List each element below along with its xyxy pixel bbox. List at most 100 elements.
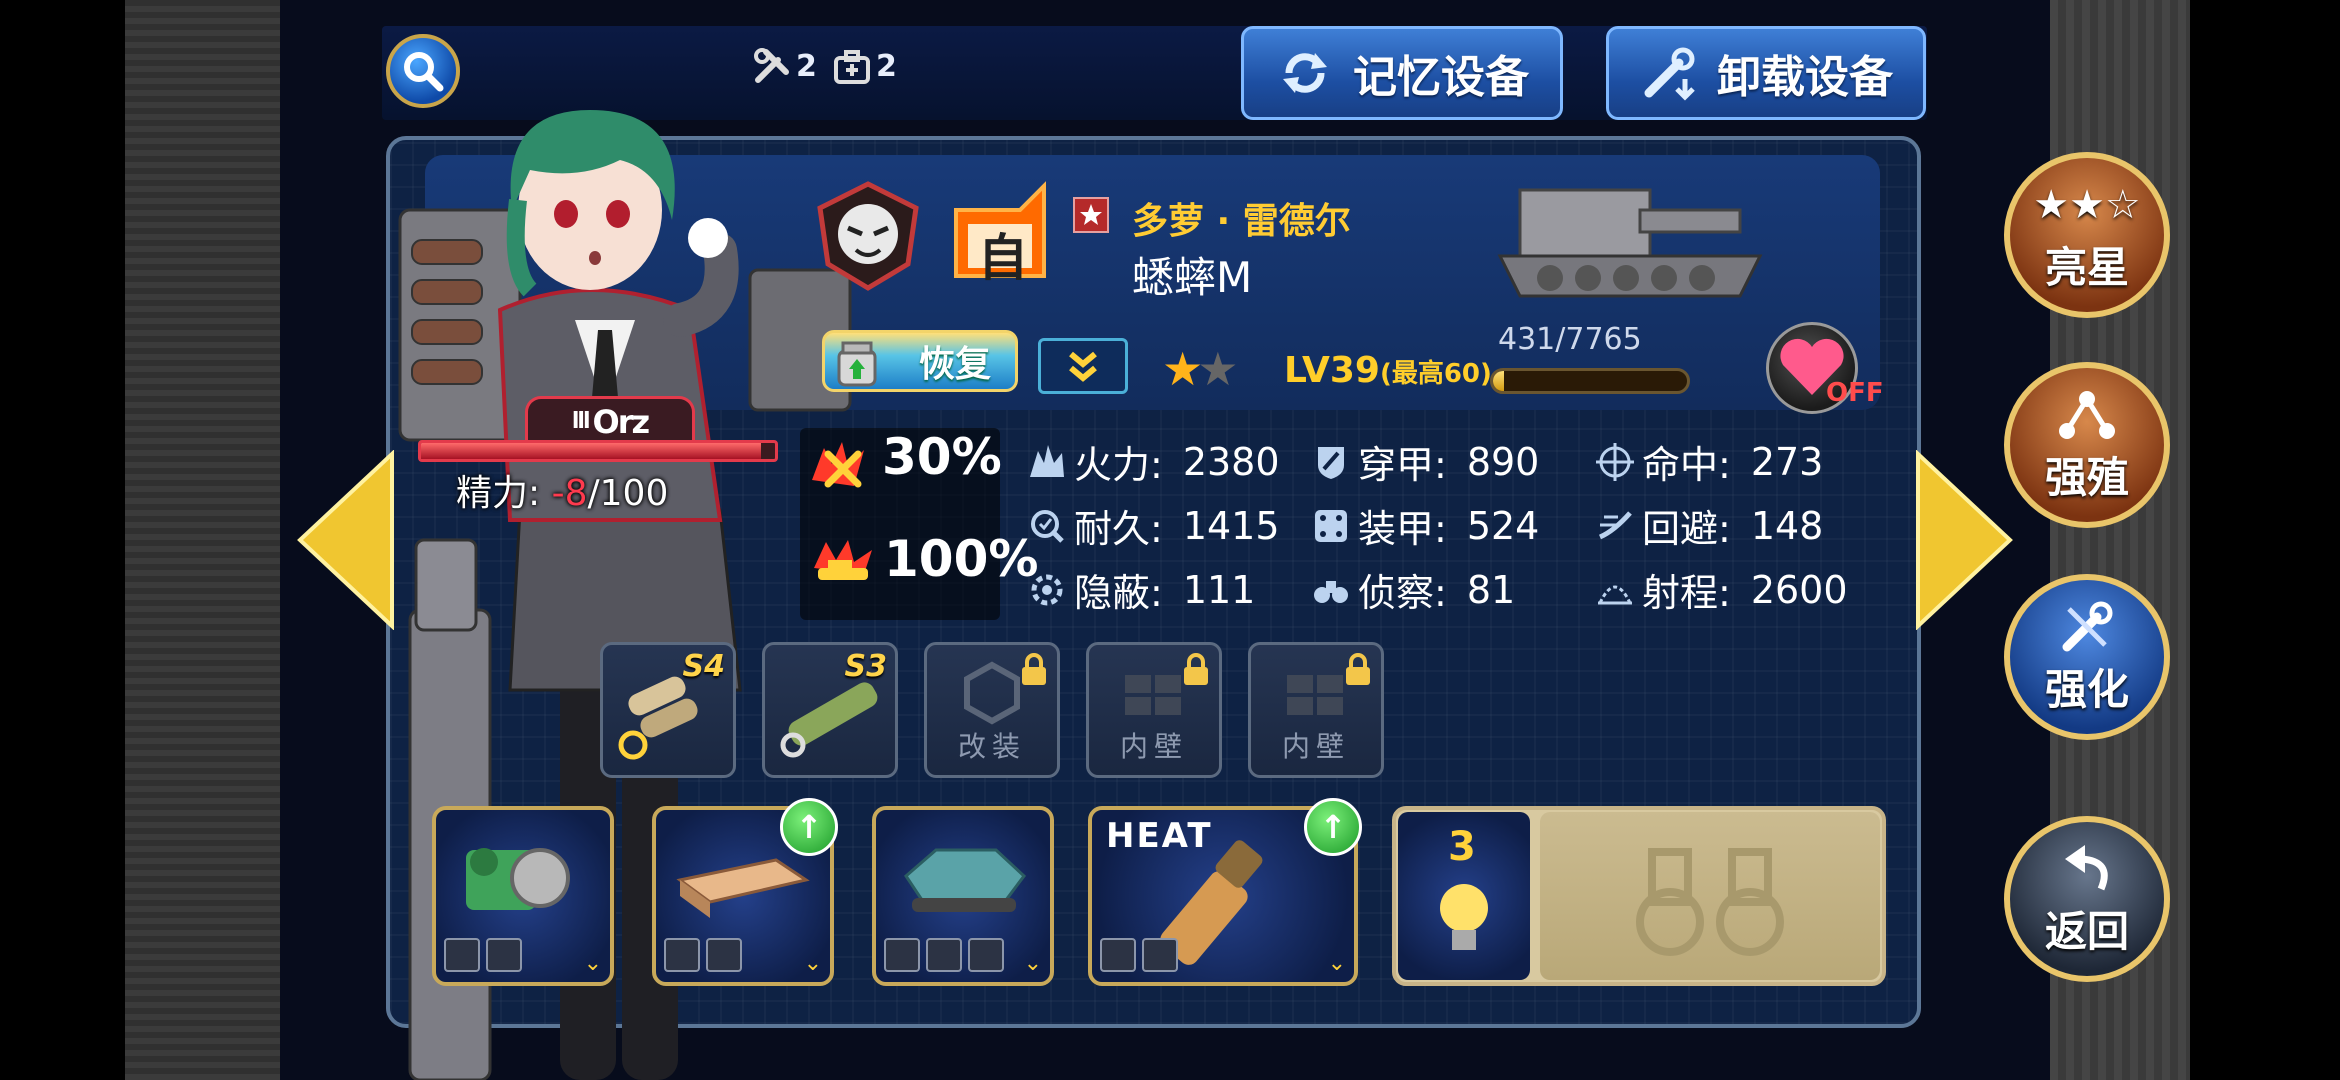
equipment-badges bbox=[884, 938, 1004, 972]
refresh-icon bbox=[1283, 53, 1327, 93]
molecule-icon bbox=[2057, 386, 2117, 444]
stars-icon: ★★☆ bbox=[2033, 181, 2141, 228]
binoculars-panel bbox=[1540, 812, 1880, 980]
stealth-icon bbox=[1031, 574, 1063, 605]
tank-silhouette-image bbox=[1497, 188, 1763, 298]
equipment-slot-engine[interactable]: ⌄ bbox=[432, 806, 614, 986]
stat-value: 524 bbox=[1466, 503, 1540, 548]
padlock-icon bbox=[1184, 653, 1208, 685]
equipment-slot-ammo[interactable]: HEAT ↑ ⌄ bbox=[1088, 798, 1362, 986]
part-slot-4-locked[interactable]: 内壁 bbox=[1086, 642, 1222, 778]
ammo-type-label: HEAT bbox=[1106, 816, 1213, 856]
repair-count: 2 bbox=[796, 48, 817, 84]
stat-range: 射程: 2600 bbox=[1596, 562, 1848, 617]
stat-value: 2380 bbox=[1182, 439, 1280, 484]
return-arrow-icon bbox=[2057, 840, 2117, 898]
part-slot-1[interactable]: S4 bbox=[600, 642, 736, 778]
enhance-button[interactable]: 强化 bbox=[2004, 574, 2170, 740]
repair-counter: 2 bbox=[752, 46, 817, 86]
part-slot-5-locked[interactable]: 内壁 bbox=[1248, 642, 1384, 778]
unload-device-button[interactable]: 卸载设备 bbox=[1606, 26, 1926, 120]
background-right bbox=[2190, 0, 2340, 1080]
chevron-down-icon: ⌄ bbox=[803, 951, 822, 976]
back-button[interactable]: 返回 bbox=[2004, 816, 2170, 982]
enhance-label: 强化 bbox=[2044, 664, 2129, 714]
recover-label: 恢复 bbox=[918, 344, 991, 385]
evasion-icon bbox=[1598, 510, 1632, 539]
part-grade: S3 bbox=[844, 649, 887, 684]
previous-unit-arrow[interactable] bbox=[296, 450, 400, 630]
stamina-bar bbox=[418, 440, 778, 462]
upgrade-arrow-icon: ↑ bbox=[780, 798, 838, 856]
auto-badge-text: 自 bbox=[978, 229, 1028, 287]
effect-value-1: 30% bbox=[882, 428, 1002, 486]
stat-label: 回避: bbox=[1642, 507, 1731, 551]
part-label: 内壁 bbox=[1119, 730, 1188, 763]
level-max: (最高60) bbox=[1379, 359, 1492, 389]
stamina-text: 精力: -8/100 bbox=[456, 464, 668, 516]
medkit-count: 2 bbox=[876, 48, 897, 84]
wrench-screwdriver-icon bbox=[754, 48, 789, 83]
memory-device-button[interactable]: 记忆设备 bbox=[1241, 26, 1563, 120]
star-up-button[interactable]: ★★☆ 亮星 bbox=[2004, 152, 2170, 318]
part-grade: S4 bbox=[682, 649, 725, 684]
expand-button[interactable] bbox=[1038, 338, 1128, 394]
stat-value: 890 bbox=[1466, 439, 1540, 484]
stat-accuracy: 命中: 273 bbox=[1596, 434, 1823, 489]
breed-button[interactable]: 强殖 bbox=[2004, 362, 2170, 528]
stat-label: 耐久: bbox=[1074, 507, 1163, 551]
padlock-icon bbox=[1346, 653, 1370, 685]
wrench-icon bbox=[2057, 598, 2117, 656]
stamina-max: /100 bbox=[587, 473, 669, 514]
medkit-icon bbox=[834, 50, 870, 84]
stat-scouting: 侦察: 81 bbox=[1312, 562, 1515, 617]
part-slot-3-locked[interactable]: 改装 bbox=[924, 642, 1060, 778]
stat-value: 273 bbox=[1750, 439, 1824, 484]
penetration-icon bbox=[1318, 446, 1344, 479]
stat-label: 射程: bbox=[1642, 571, 1731, 615]
mood-tag: lll Orz bbox=[525, 396, 695, 444]
water-drop-icon bbox=[486, 938, 522, 972]
durability-icon bbox=[1031, 509, 1064, 543]
scout-count: 3 bbox=[1448, 824, 1476, 870]
part-slot-2[interactable]: S3 bbox=[762, 642, 898, 778]
breed-label: 强殖 bbox=[2044, 452, 2129, 502]
arrow-out-icon bbox=[1100, 938, 1136, 972]
mood-tag-text: Orz bbox=[592, 402, 651, 441]
equipment-badges bbox=[1100, 938, 1178, 972]
stat-label: 装甲: bbox=[1358, 507, 1447, 551]
effect-value-2: 100% bbox=[884, 530, 1039, 588]
recover-button[interactable]: 恢复 bbox=[822, 330, 1018, 392]
tank-blast-icon bbox=[814, 540, 872, 580]
stat-value: 111 bbox=[1182, 567, 1256, 612]
stat-value: 1415 bbox=[1182, 503, 1280, 548]
background-left bbox=[0, 0, 125, 1080]
star-filled-icon: ★ bbox=[1162, 342, 1203, 396]
favorite-state-label: OFF bbox=[1826, 378, 1884, 408]
star-rating: ★★ bbox=[1162, 342, 1239, 396]
stat-label: 隐蔽: bbox=[1074, 571, 1163, 615]
engine-icon bbox=[466, 848, 570, 910]
stat-value: 2600 bbox=[1750, 567, 1848, 612]
upgrade-arrow-icon: ↑ bbox=[1304, 798, 1362, 856]
firepower-icon bbox=[1030, 444, 1064, 477]
accuracy-icon bbox=[1596, 442, 1634, 481]
crossed-fire-icon bbox=[812, 442, 864, 488]
equipment-slot-armor-plate[interactable]: ↑ ⌄ bbox=[652, 798, 838, 986]
chassis-icon bbox=[904, 848, 1027, 912]
star-empty-icon: ★ bbox=[1197, 342, 1238, 396]
repair-pot-icon bbox=[837, 341, 877, 387]
shield-down-icon bbox=[1142, 938, 1178, 972]
stat-stealth: 隐蔽: 111 bbox=[1028, 562, 1255, 617]
experience-bar bbox=[1490, 368, 1690, 394]
experience-bar-fill bbox=[1493, 371, 1504, 391]
double-chevron-down-icon bbox=[1069, 351, 1097, 382]
equipment-slot-chassis[interactable]: ⌄ bbox=[872, 806, 1054, 986]
tiger-emblem-icon bbox=[817, 181, 919, 291]
stat-penetration: 穿甲: 890 bbox=[1312, 434, 1539, 489]
unload-device-label: 卸载设备 bbox=[1717, 52, 1893, 103]
next-unit-arrow[interactable] bbox=[1910, 450, 2014, 630]
background-left-pattern bbox=[125, 0, 280, 1080]
part-label: 内壁 bbox=[1281, 730, 1350, 763]
chevron-down-icon: ⌄ bbox=[1023, 951, 1042, 976]
